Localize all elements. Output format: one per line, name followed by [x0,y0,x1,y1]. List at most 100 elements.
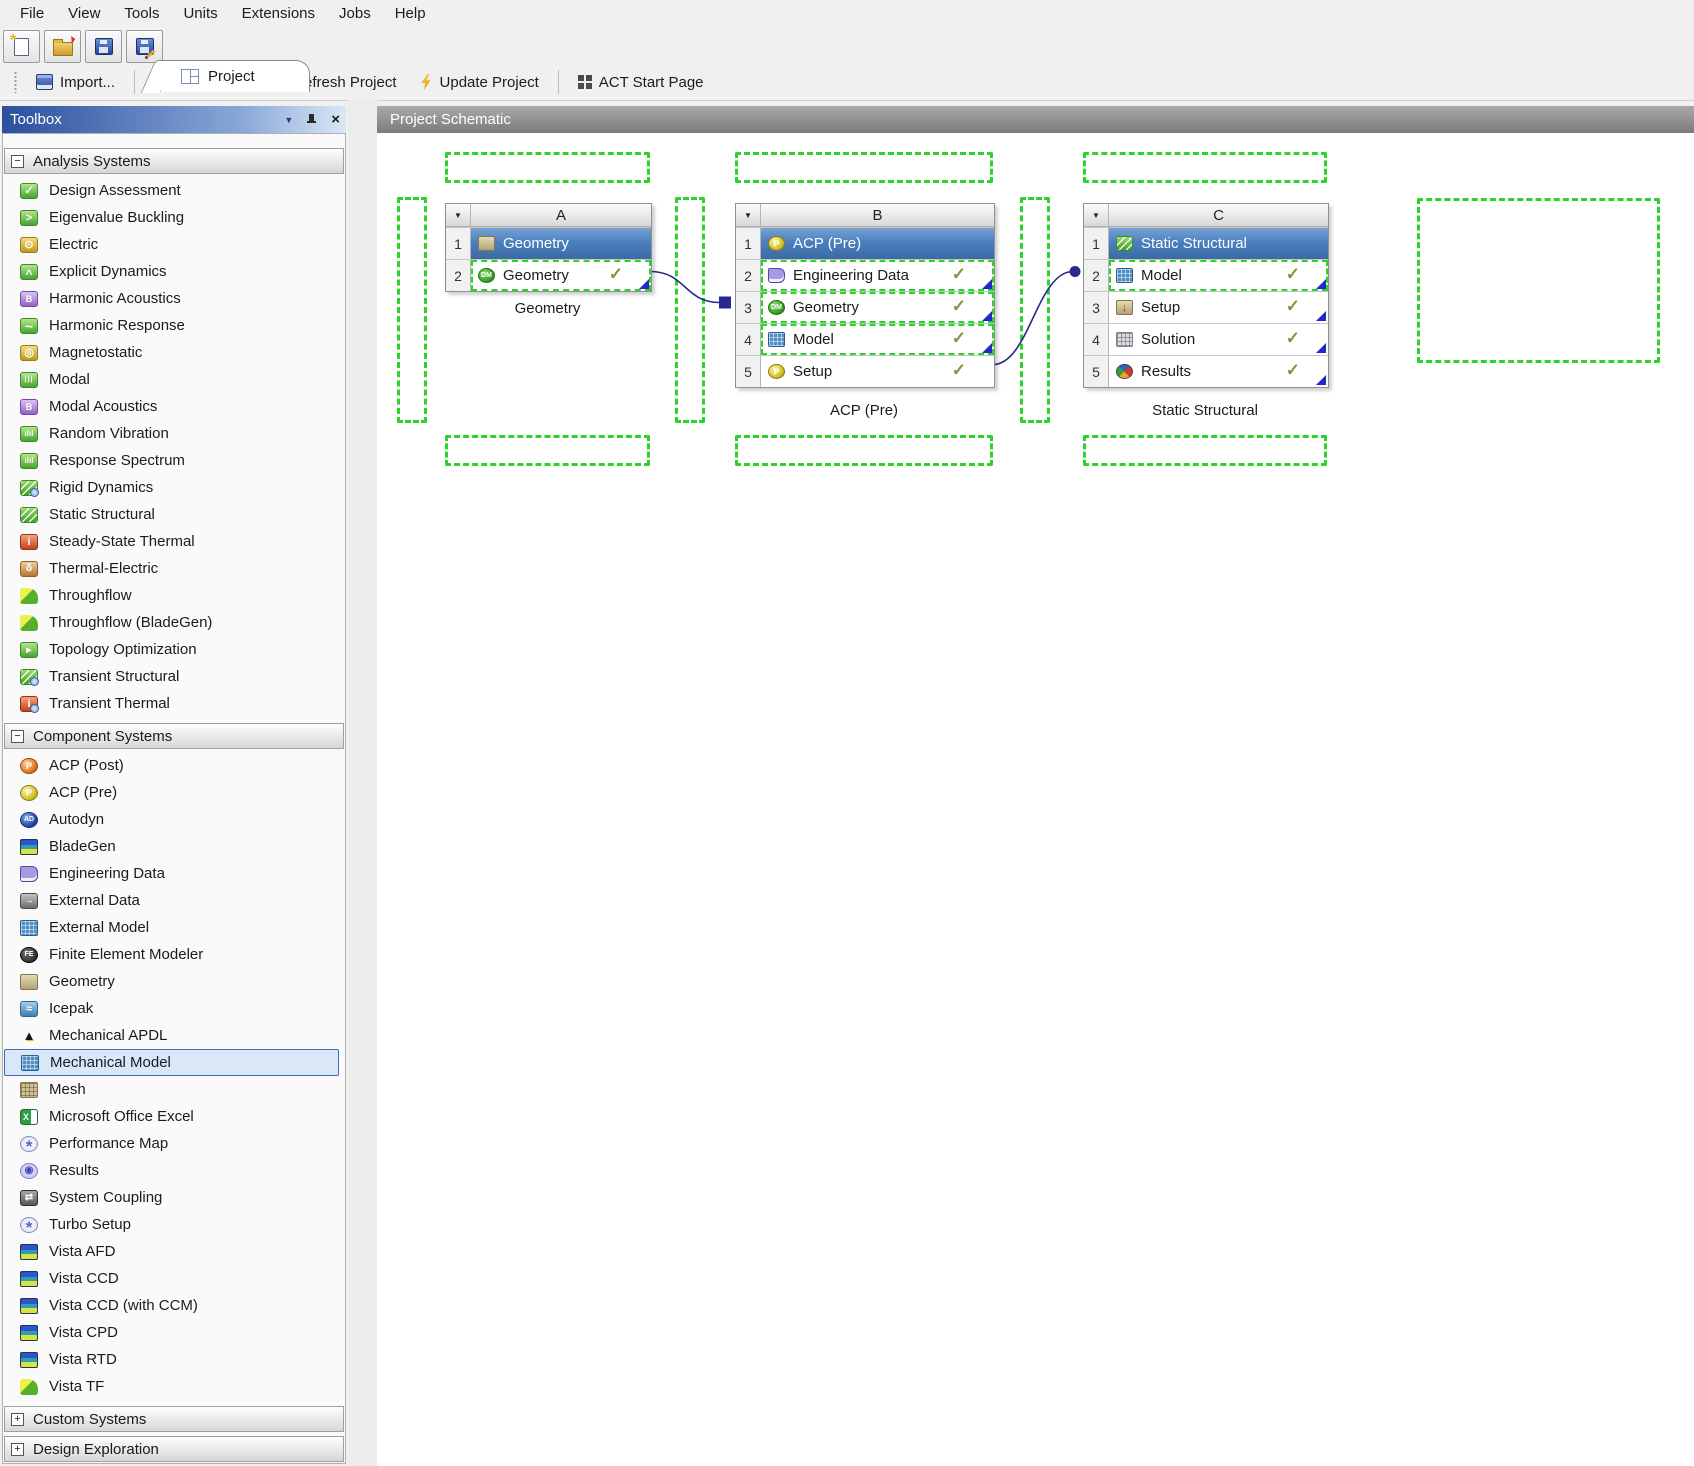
system-letter-b[interactable]: B [761,204,994,226]
toolbox-item-acp-pre[interactable]: ACP (Pre) [3,779,345,806]
act-start-page-button[interactable]: ACT Start Page [570,70,712,95]
drop-zone-below-a[interactable] [445,435,650,466]
drop-zone-above-c[interactable] [1083,152,1327,183]
toolbox-section-custom-systems[interactable]: + Custom Systems [4,1406,344,1432]
close-icon[interactable]: × [331,111,340,128]
drop-zone-above-b[interactable] [735,152,993,183]
toolbox-item-topology-optimization[interactable]: Topology Optimization [3,636,345,663]
system-b-row-setup[interactable]: 5 Setup ✓ [736,355,994,387]
toolbox-item-geometry[interactable]: Geometry [3,968,345,995]
toolbox-item-vista-ccd[interactable]: Vista CCD [3,1265,345,1292]
system-c-row-results[interactable]: 5 Results ✓ [1084,355,1328,387]
toolbox-section-analysis-systems[interactable]: − Analysis Systems [4,148,344,174]
toolbox-item-engineering-data[interactable]: Engineering Data [3,860,345,887]
expand-icon[interactable]: + [11,1412,24,1426]
update-project-button[interactable]: Update Project [412,70,547,95]
project-schematic-canvas[interactable]: ▼A1Geometry2Geometry✓Geometry▼B1ACP (Pre… [377,133,1694,1466]
system-c-row-solution[interactable]: 4 Solution ✓ [1084,323,1328,355]
menu-item-units[interactable]: Units [181,3,219,24]
save-button[interactable] [85,30,122,63]
system-c[interactable]: ▼C1 Static Structural 2 Model ✓ 3 Setup ✓ 4 Solut… [1083,203,1329,388]
toolbox-item-harmonic-acoustics[interactable]: Harmonic Acoustics [3,285,345,312]
chevron-down-icon[interactable]: ▼ [284,115,293,125]
toolbox-item-autodyn[interactable]: Autodyn [3,806,345,833]
system-b[interactable]: ▼B1 ACP (Pre) 2 Engineering Data ✓ 3 Geometry ✓… [735,203,995,388]
toolbox-item-results[interactable]: Results [3,1157,345,1184]
toolbox-item-transient-structural[interactable]: Transient Structural [3,663,345,690]
system-menu-arrow[interactable]: ▼ [1084,204,1109,226]
drop-zone-new-system[interactable] [1417,198,1660,363]
toolbox-item-harmonic-response[interactable]: Harmonic Response [3,312,345,339]
toolbox-item-throughflow-bladegen[interactable]: Throughflow (BladeGen) [3,609,345,636]
system-c-row-model[interactable]: 2 Model ✓ [1084,259,1328,291]
menu-item-jobs[interactable]: Jobs [337,3,373,24]
system-letter-a[interactable]: A [471,204,651,226]
save-as-button[interactable] [126,30,163,63]
menu-item-extensions[interactable]: Extensions [240,3,317,24]
toolbox-item-turbo-setup[interactable]: Turbo Setup [3,1211,345,1238]
drop-zone-below-b[interactable] [735,435,993,466]
toolbox-section-component-systems[interactable]: − Component Systems [4,723,344,749]
collapse-icon[interactable]: − [11,729,24,743]
system-menu-arrow[interactable]: ▼ [736,204,761,226]
toolbox-section-design-exploration[interactable]: + Design Exploration [4,1436,344,1462]
drop-zone-above-a[interactable] [445,152,650,183]
toolbox-item-throughflow[interactable]: Throughflow [3,582,345,609]
toolbox-item-performance-map[interactable]: Performance Map [3,1130,345,1157]
drop-zone-between-b-c[interactable] [1020,197,1050,423]
toolbox-item-finite-element-modeler[interactable]: Finite Element Modeler [3,941,345,968]
system-c-row-setup[interactable]: 3 Setup ✓ [1084,291,1328,323]
system-b-row-acp-pre[interactable]: 1 ACP (Pre) [736,227,994,259]
menu-item-tools[interactable]: Tools [122,3,161,24]
toolbox-item-vista-rtd[interactable]: Vista RTD [3,1346,345,1373]
toolbox-item-vista-tf[interactable]: Vista TF [3,1373,345,1400]
toolbox-item-vista-cpd[interactable]: Vista CPD [3,1319,345,1346]
toolbox-item-response-spectrum[interactable]: Response Spectrum [3,447,345,474]
toolbox-item-magnetostatic[interactable]: Magnetostatic [3,339,345,366]
toolbox-item-steady-state-thermal[interactable]: Steady-State Thermal [3,528,345,555]
toolbox-item-icepak[interactable]: Icepak [3,995,345,1022]
toolbox-item-electric[interactable]: Electric [3,231,345,258]
toolbox-item-modal-acoustics[interactable]: Modal Acoustics [3,393,345,420]
menu-item-file[interactable]: File [18,3,46,24]
system-c-row-static-structural[interactable]: 1 Static Structural [1084,227,1328,259]
menu-item-help[interactable]: Help [393,3,428,24]
system-letter-c[interactable]: C [1109,204,1328,226]
toolbox-item-static-structural[interactable]: Static Structural [3,501,345,528]
toolbox-item-external-model[interactable]: External Model [3,914,345,941]
toolbox-item-thermal-electric[interactable]: Thermal-Electric [3,555,345,582]
toolbox-item-eigenvalue-buckling[interactable]: Eigenvalue Buckling [3,204,345,231]
system-b-row-engineering-data[interactable]: 2 Engineering Data ✓ [736,259,994,291]
drop-zone-left-of-a[interactable] [397,197,427,423]
toolbox-item-mesh[interactable]: Mesh [3,1076,345,1103]
toolbox-item-mechanical-apdl[interactable]: Mechanical APDL [3,1022,345,1049]
drop-zone-between-a-b[interactable] [675,197,705,423]
pin-icon[interactable] [307,113,317,126]
toolbox-item-rigid-dynamics[interactable]: Rigid Dynamics [3,474,345,501]
toolbox-item-external-data[interactable]: External Data [3,887,345,914]
system-b-row-model[interactable]: 4 Model ✓ [736,323,994,355]
toolbox-item-vista-ccd-with-ccm[interactable]: Vista CCD (with CCM) [3,1292,345,1319]
toolbox-item-system-coupling[interactable]: System Coupling [3,1184,345,1211]
menu-item-view[interactable]: View [66,3,102,24]
toolbox-item-modal[interactable]: Modal [3,366,345,393]
import-button[interactable]: Import... [28,70,123,95]
toolbox-item-transient-thermal[interactable]: Transient Thermal [3,690,345,717]
toolbox-item-microsoft-office-excel[interactable]: Microsoft Office Excel [3,1103,345,1130]
system-menu-arrow[interactable]: ▼ [446,204,471,226]
expand-icon[interactable]: + [11,1442,24,1456]
toolbox-item-acp-post[interactable]: ACP (Post) [3,752,345,779]
new-file-button[interactable] [3,30,40,63]
collapse-icon[interactable]: − [11,154,24,168]
panel-splitter[interactable] [348,100,377,1466]
toolbox-item-random-vibration[interactable]: Random Vibration [3,420,345,447]
tab-project[interactable]: Project [160,60,310,92]
system-a-row-geometry[interactable]: 1 Geometry [446,227,651,259]
toolbox-item-bladegen[interactable]: BladeGen [3,833,345,860]
system-a-row-geometry[interactable]: 2 Geometry ✓ [446,259,651,291]
toolbox-item-mechanical-model[interactable]: Mechanical Model [4,1049,339,1076]
system-a[interactable]: ▼A1 Geometry 2 Geometry ✓ [445,203,652,292]
toolbox-item-vista-afd[interactable]: Vista AFD [3,1238,345,1265]
toolbox-item-design-assessment[interactable]: Design Assessment [3,177,345,204]
system-b-row-geometry[interactable]: 3 Geometry ✓ [736,291,994,323]
